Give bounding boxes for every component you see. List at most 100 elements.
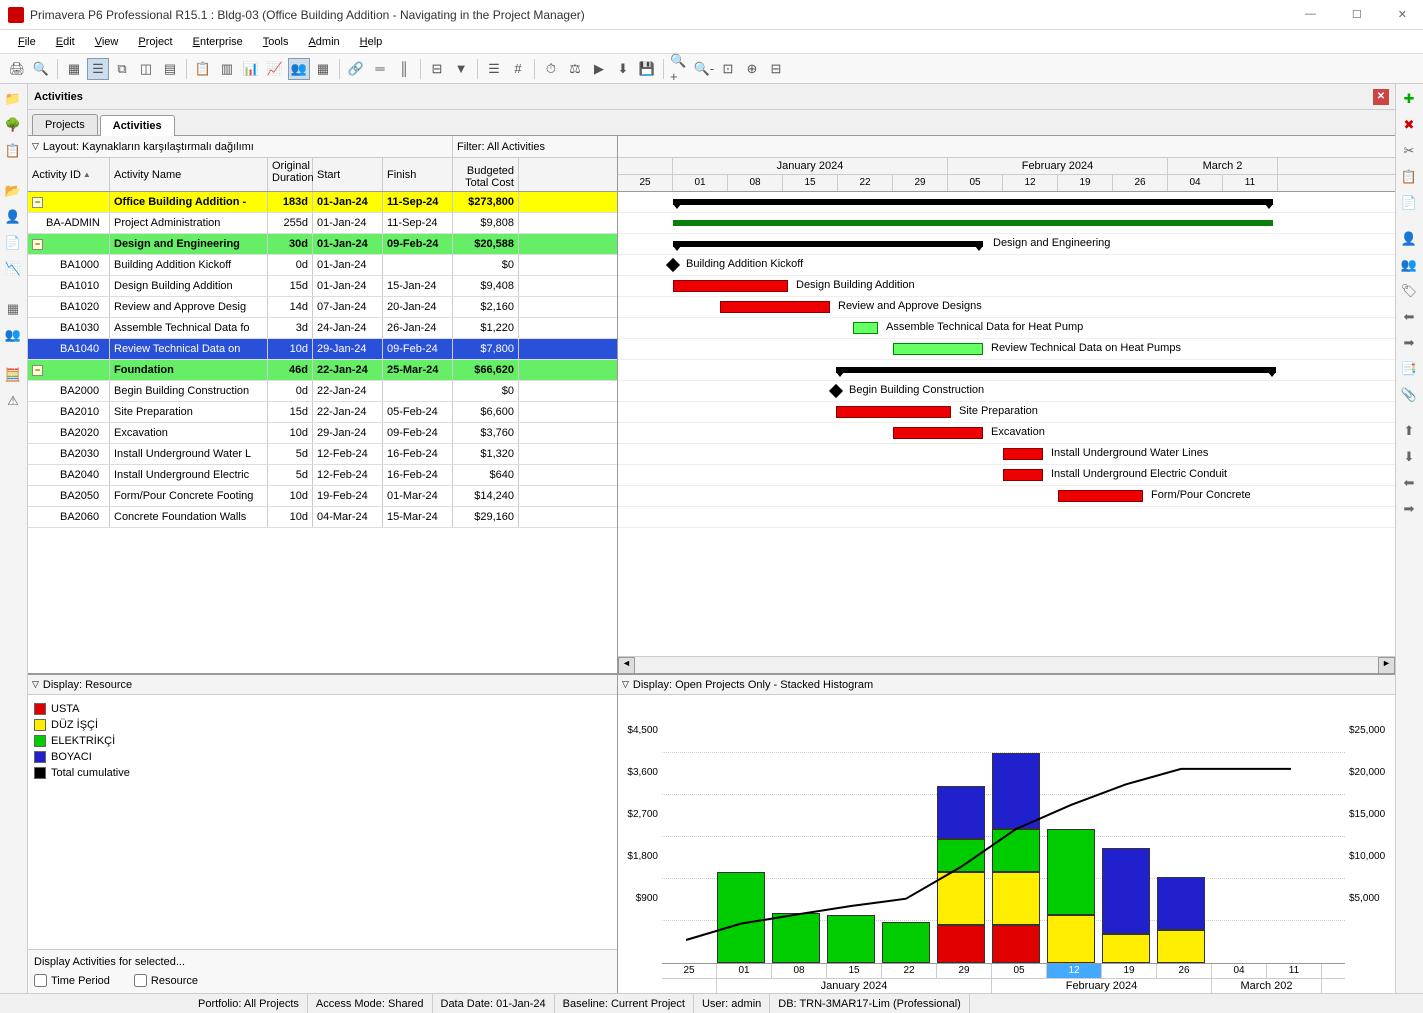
legend-item[interactable]: Total cumulative (34, 765, 611, 781)
profile-icon[interactable]: 📈 (264, 58, 286, 80)
zoom-out-icon[interactable]: 🔍- (693, 58, 715, 80)
scroll-right-icon[interactable]: ► (1378, 657, 1395, 674)
rb-right-icon[interactable]: ➡ (1398, 498, 1420, 520)
panel-close-icon[interactable]: ✕ (1373, 89, 1389, 105)
rb-docs-icon[interactable]: 📎 (1398, 384, 1420, 406)
layout-network-icon[interactable]: ◫ (135, 58, 157, 80)
rb-up-icon[interactable]: ⬆ (1398, 420, 1420, 442)
zoom-fit-icon[interactable]: ⊡ (717, 58, 739, 80)
sb-tracking-icon[interactable]: 📉 (2, 258, 24, 280)
resource-checkbox[interactable]: Resource (134, 974, 198, 987)
histogram-display-dropdown[interactable]: ▽Display: Open Projects Only - Stacked H… (618, 675, 1395, 695)
col-activity-id[interactable]: Activity ID▲ (28, 158, 110, 191)
table-row[interactable]: BA2030Install Underground Water L5d12-Fe… (28, 444, 617, 465)
relationships-icon[interactable]: 🔗 (345, 58, 367, 80)
layout-trace-icon[interactable]: ⧉ (111, 58, 133, 80)
resource-usage-icon[interactable]: 👥 (288, 58, 310, 80)
zoom-in-icon[interactable]: 🔍+ (669, 58, 691, 80)
schedule-icon[interactable]: ⏱ (540, 58, 562, 80)
spotlight-icon[interactable]: ⬇ (612, 58, 634, 80)
menu-view[interactable]: View (87, 34, 127, 50)
gantt-chart[interactable]: January 2024February 2024March 2 2501081… (618, 136, 1395, 673)
print-icon[interactable]: 🖨 (6, 58, 28, 80)
minimize-button[interactable]: — (1297, 4, 1324, 25)
level-icon[interactable]: ⚖ (564, 58, 586, 80)
sb-issues-icon[interactable]: ⚠ (2, 390, 24, 412)
group-icon[interactable]: ☰ (483, 58, 505, 80)
store-icon[interactable]: 💾 (636, 58, 658, 80)
rb-left-icon[interactable]: ⬅ (1398, 472, 1420, 494)
rb-assign-role-icon[interactable]: 👥 (1398, 254, 1420, 276)
histogram-chart[interactable]: $4,500$3,600$2,700$1,800$900 $25,000$20,… (618, 695, 1395, 993)
menu-help[interactable]: Help (352, 34, 391, 50)
sb-projects-icon[interactable]: 📁 (2, 88, 24, 110)
table-row[interactable]: BA1020Review and Approve Desig14d07-Jan-… (28, 297, 617, 318)
legend-item[interactable]: BOYACI (34, 749, 611, 765)
chart-icon[interactable]: 📊 (240, 58, 262, 80)
table-row[interactable]: −Office Building Addition -183d01-Jan-24… (28, 192, 617, 213)
collapse-icon[interactable]: ⊟ (765, 58, 787, 80)
table-row[interactable]: BA2020Excavation10d29-Jan-2409-Feb-24$3,… (28, 423, 617, 444)
menu-project[interactable]: Project (130, 34, 180, 50)
legend-item[interactable]: USTA (34, 701, 611, 717)
print-preview-icon[interactable]: 🔍 (30, 58, 52, 80)
sb-resources-icon[interactable]: 👤 (2, 206, 24, 228)
menu-tools[interactable]: Tools (255, 34, 297, 50)
table-row[interactable]: BA2010Site Preparation15d22-Jan-2405-Feb… (28, 402, 617, 423)
rb-down-icon[interactable]: ⬇ (1398, 446, 1420, 468)
table-row[interactable]: −Design and Engineering30d01-Jan-2409-Fe… (28, 234, 617, 255)
grid-body[interactable]: −Office Building Addition -183d01-Jan-24… (28, 192, 617, 673)
sb-calc-icon[interactable]: 🧮 (2, 364, 24, 386)
filter-icon[interactable]: ▼ (450, 58, 472, 80)
progress-icon[interactable]: ▶ (588, 58, 610, 80)
menu-file[interactable]: File (10, 34, 44, 50)
maximize-button[interactable]: ☐ (1344, 4, 1370, 25)
layout-dropdown[interactable]: ▽Layout: Kaynakların karşılaştırmalı dağ… (28, 136, 453, 157)
table-row[interactable]: BA1000Building Addition Kickoff0d01-Jan-… (28, 255, 617, 276)
rb-copy-icon[interactable]: 📋 (1398, 166, 1420, 188)
resource-display-dropdown[interactable]: ▽Display: Resource (28, 675, 617, 695)
close-button[interactable]: ✕ (1390, 4, 1415, 25)
layout-gantt-icon[interactable]: ☰ (87, 58, 109, 80)
layout-resource-icon[interactable]: ▤ (159, 58, 181, 80)
table-row[interactable]: BA1040Review Technical Data on10d29-Jan-… (28, 339, 617, 360)
col-activity-name[interactable]: Activity Name (110, 158, 268, 191)
menu-enterprise[interactable]: Enterprise (185, 34, 251, 50)
scroll-left-icon[interactable]: ◄ (618, 657, 635, 674)
spreadsheet-icon[interactable]: ▦ (312, 58, 334, 80)
bars-icon[interactable]: ═ (369, 58, 391, 80)
col-duration[interactable]: OriginalDuration (268, 158, 313, 191)
table-row[interactable]: BA-ADMINProject Administration255d01-Jan… (28, 213, 617, 234)
menu-admin[interactable]: Admin (300, 34, 347, 50)
rb-predecessors-icon[interactable]: ⬅ (1398, 306, 1420, 328)
table-row[interactable]: BA1010Design Building Addition15d01-Jan-… (28, 276, 617, 297)
table-row[interactable]: BA2060Concrete Foundation Walls10d04-Mar… (28, 507, 617, 528)
sb-activities-icon[interactable]: 📋 (2, 140, 24, 162)
rb-paste-icon[interactable]: 📄 (1398, 192, 1420, 214)
col-cost[interactable]: BudgetedTotal Cost (453, 158, 519, 191)
timescale-icon[interactable]: ⊟ (426, 58, 448, 80)
copy-icon[interactable]: 📋 (192, 58, 214, 80)
table-row[interactable]: BA2050Form/Pour Concrete Footing10d19-Fe… (28, 486, 617, 507)
table-row[interactable]: BA2040Install Underground Electric5d12-F… (28, 465, 617, 486)
tab-activities[interactable]: Activities (100, 115, 175, 136)
menu-edit[interactable]: Edit (48, 34, 83, 50)
layout-grid-icon[interactable]: ▦ (63, 58, 85, 80)
tab-projects[interactable]: Projects (32, 114, 98, 135)
time-period-checkbox[interactable]: Time Period (34, 974, 110, 987)
table-row[interactable]: BA2000Begin Building Construction0d22-Ja… (28, 381, 617, 402)
hash-icon[interactable]: # (507, 58, 529, 80)
expand-icon[interactable]: − (32, 365, 43, 376)
sb-wbs-icon[interactable]: 🌳 (2, 114, 24, 136)
sb-folder-icon[interactable]: 📂 (2, 180, 24, 202)
table-row[interactable]: −Foundation46d22-Jan-2425-Mar-24$66,620 (28, 360, 617, 381)
legend-item[interactable]: ELEKTRİKÇİ (34, 733, 611, 749)
legend-item[interactable]: DÜZ İŞÇİ (34, 717, 611, 733)
col-start[interactable]: Start (313, 158, 383, 191)
rb-add-icon[interactable]: ✚ (1398, 88, 1420, 110)
rb-delete-icon[interactable]: ✖ (1398, 114, 1420, 136)
gantt-hscroll[interactable]: ◄ ► (618, 656, 1395, 673)
rb-cut-icon[interactable]: ✂ (1398, 140, 1420, 162)
sb-dashboard-icon[interactable]: ▦ (2, 298, 24, 320)
expand-icon[interactable]: − (32, 197, 43, 208)
